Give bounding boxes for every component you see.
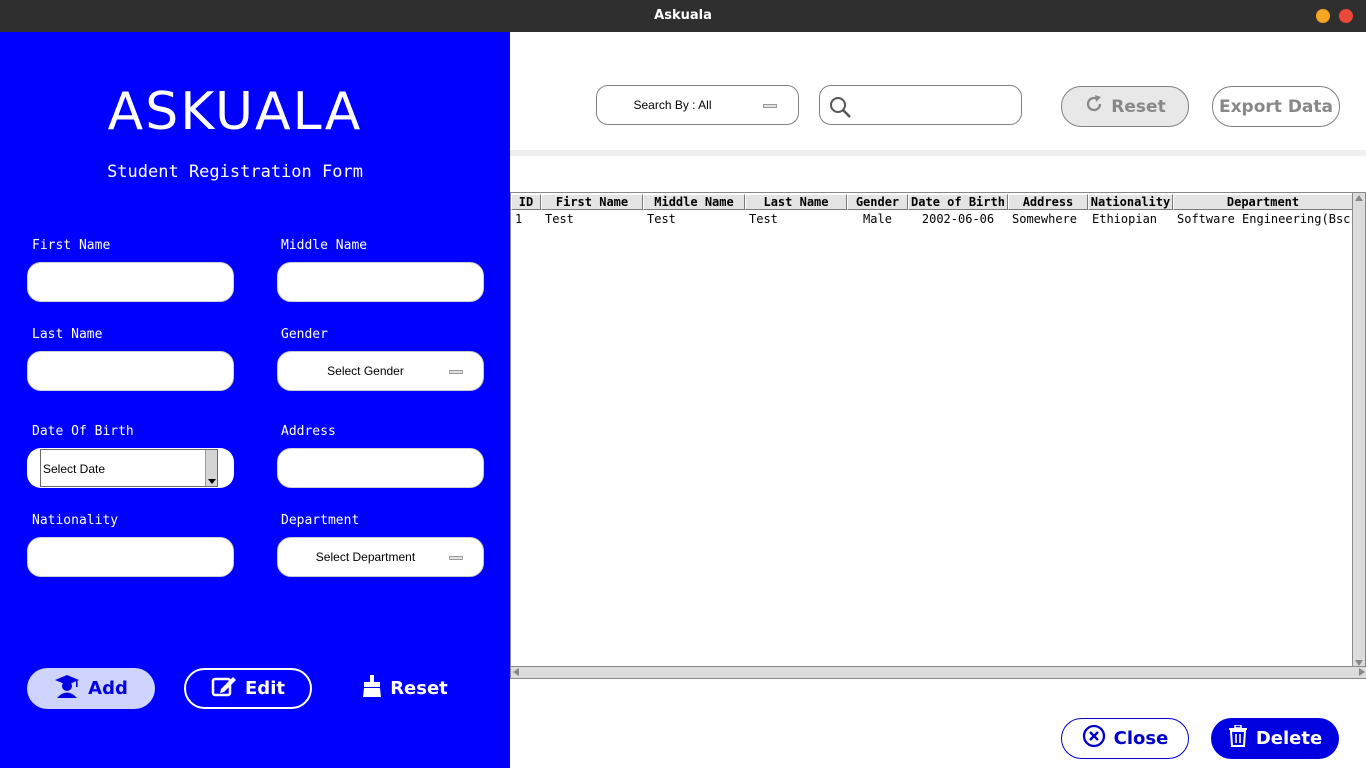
- close-button[interactable]: Close: [1061, 718, 1189, 759]
- delete-button[interactable]: Delete: [1211, 718, 1339, 759]
- last-name-label: Last Name: [32, 327, 103, 342]
- edit-button-label: Edit: [245, 678, 285, 699]
- last-name-field[interactable]: [27, 351, 234, 391]
- dropdown-icon: [763, 104, 777, 108]
- first-name-label: First Name: [32, 238, 111, 253]
- department-select[interactable]: Select Department: [277, 537, 484, 577]
- table-cell: Male: [863, 212, 892, 226]
- student-icon: [54, 673, 80, 704]
- date-picker-value: Select Date: [43, 462, 106, 476]
- add-button[interactable]: Add: [27, 668, 155, 709]
- column-header[interactable]: Department: [1173, 194, 1353, 210]
- middle-name-label: Middle Name: [281, 238, 368, 253]
- table-cell: Software Engineering(Bsc): [1177, 212, 1353, 226]
- reset-search-label: Reset: [1111, 96, 1166, 117]
- toolbar-divider: [510, 150, 1366, 156]
- table-cell: 2002-06-06: [921, 212, 995, 226]
- dropdown-icon: [449, 370, 463, 374]
- search-icon: [828, 95, 852, 123]
- gender-select[interactable]: Select Gender: [277, 351, 484, 391]
- column-header[interactable]: Gender: [847, 194, 908, 210]
- delete-button-label: Delete: [1255, 728, 1323, 749]
- date-picker-box[interactable]: Select Date: [40, 449, 218, 487]
- scroll-up-icon[interactable]: [1355, 195, 1363, 201]
- registration-panel: ASKUALA Student Registration Form First …: [0, 32, 510, 768]
- column-header[interactable]: First Name: [541, 194, 643, 210]
- search-by-value: Search By : All: [633, 98, 712, 112]
- date-picker-scroll[interactable]: [205, 450, 217, 486]
- close-button-label: Close: [1113, 728, 1169, 749]
- first-name-input[interactable]: [28, 263, 233, 301]
- scroll-right-icon[interactable]: [1359, 668, 1365, 676]
- form-subtitle: Student Registration Form: [107, 162, 363, 182]
- horizontal-scrollbar[interactable]: [511, 666, 1366, 678]
- title-bar: Askuala: [0, 0, 1366, 32]
- broom-icon: [362, 675, 382, 702]
- column-header[interactable]: Middle Name: [643, 194, 745, 210]
- edit-button[interactable]: Edit: [184, 668, 312, 709]
- column-header[interactable]: Address: [1008, 194, 1088, 210]
- table-cell: Test: [545, 212, 574, 226]
- department-select-value: Select Department: [315, 550, 416, 564]
- nationality-label: Nationality: [32, 513, 119, 528]
- nationality-input[interactable]: [28, 538, 233, 576]
- middle-name-input[interactable]: [278, 263, 483, 301]
- column-header[interactable]: Nationality: [1088, 194, 1173, 210]
- reset-form-label: Reset: [390, 678, 448, 699]
- address-field[interactable]: [277, 448, 484, 488]
- column-header[interactable]: Last Name: [745, 194, 847, 210]
- chevron-down-icon[interactable]: [208, 479, 216, 484]
- address-label: Address: [281, 424, 336, 439]
- table-header: ID First Name Middle Name Last Name Gend…: [511, 194, 1353, 210]
- dropdown-icon: [449, 556, 463, 560]
- close-window-button[interactable]: [1339, 9, 1353, 23]
- dob-label: Date Of Birth: [32, 424, 134, 439]
- minimize-button[interactable]: [1316, 9, 1330, 23]
- last-name-input[interactable]: [28, 352, 233, 390]
- column-header[interactable]: Date of Birth: [908, 194, 1008, 210]
- dob-date-picker[interactable]: Select Date: [27, 448, 234, 488]
- table-cell: Test: [647, 212, 676, 226]
- app-logo: ASKUALA: [107, 82, 363, 142]
- department-label: Department: [281, 513, 360, 528]
- column-header[interactable]: ID: [511, 194, 541, 210]
- records-panel: Search By : All Reset Export Data ID Fir…: [510, 32, 1366, 768]
- table-row[interactable]: 1 Test Test Test Male 2002-06-06 Somewhe…: [511, 211, 1353, 227]
- address-input[interactable]: [278, 449, 483, 487]
- refresh-icon: [1084, 94, 1104, 119]
- trash-icon: [1228, 724, 1248, 752]
- table-cell: Somewhere: [1012, 212, 1078, 226]
- table-cell: Test: [749, 212, 778, 226]
- export-data-button[interactable]: Export Data: [1212, 86, 1340, 127]
- nationality-field[interactable]: [27, 537, 234, 577]
- add-button-label: Add: [88, 678, 128, 699]
- scroll-left-icon[interactable]: [513, 668, 519, 676]
- reset-form-button[interactable]: Reset: [341, 668, 469, 709]
- close-circle-icon: [1082, 724, 1106, 753]
- table-cell: Ethiopian: [1092, 212, 1158, 226]
- reset-search-button[interactable]: Reset: [1061, 86, 1189, 127]
- search-input[interactable]: [860, 86, 1010, 124]
- first-name-field[interactable]: [27, 262, 234, 302]
- window-title: Askuala: [654, 8, 712, 23]
- search-by-select[interactable]: Search By : All: [596, 85, 799, 125]
- gender-label: Gender: [281, 327, 328, 342]
- gender-select-value: Select Gender: [327, 364, 404, 378]
- table-cell: 1: [515, 212, 523, 226]
- middle-name-field[interactable]: [277, 262, 484, 302]
- search-box[interactable]: [819, 85, 1022, 125]
- export-data-label: Export Data: [1218, 96, 1334, 117]
- edit-icon: [211, 674, 237, 703]
- vertical-scrollbar[interactable]: [1352, 193, 1365, 668]
- students-table[interactable]: ID First Name Middle Name Last Name Gend…: [510, 192, 1366, 679]
